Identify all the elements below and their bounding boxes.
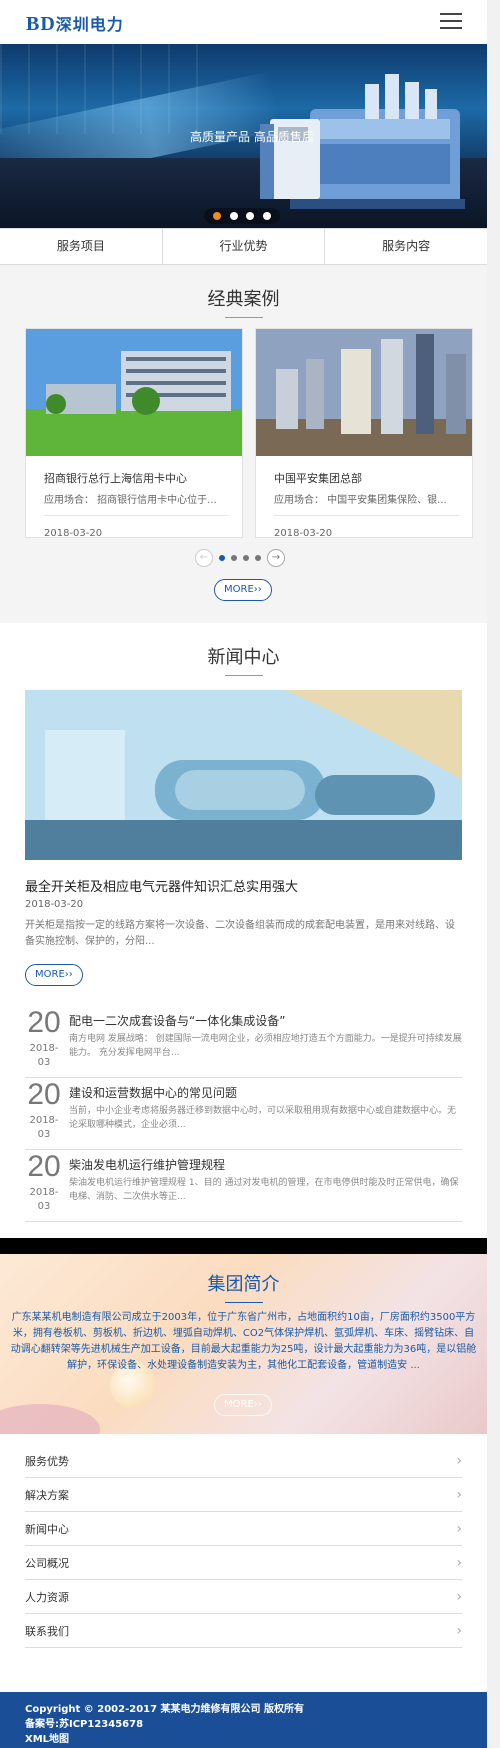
news-list-item[interactable]: 20 2018-03 建设和运营数据中心的常见问题 当前，中小企业考虑将服务器迁… [25, 1078, 462, 1150]
footer-nav-label: 人力资源 [25, 1590, 69, 1604]
logo[interactable]: BD深圳电力 [26, 11, 124, 36]
case-card[interactable]: 招商银行总行上海信用卡中心 应用场合： 招商银行信用卡中心位于... 2018-… [25, 328, 243, 539]
banner-dot[interactable] [262, 212, 271, 220]
footer-nav-label: 联系我们 [25, 1624, 69, 1638]
footer-nav-item[interactable]: 联系我们 › [25, 1614, 462, 1648]
news-item-desc: 柴油发电机运行维护管理规程 1、目的 通过对发电机的管理，在市电停供时能及时正常… [69, 1178, 459, 1202]
banner-pagination [204, 208, 280, 224]
banner-dot[interactable] [229, 212, 238, 220]
footer-nav-label: 解决方案 [25, 1488, 69, 1502]
chevron-right-icon: › [456, 1554, 462, 1571]
footer-nav-item[interactable]: 公司概况 › [25, 1546, 462, 1580]
hamburger-menu-icon[interactable] [440, 13, 462, 29]
prev-arrow-icon[interactable]: ← [195, 549, 213, 567]
chevron-right-icon: › [456, 1520, 462, 1537]
news-featured-date: 2018-03-20 [25, 899, 84, 910]
quick-tabs: 服务项目 行业优势 服务内容 [0, 228, 487, 265]
news-year-month: 2018-03 [29, 1043, 59, 1068]
pager-dot[interactable] [231, 555, 237, 561]
chevron-right-icon: › [456, 1452, 462, 1469]
pager-dot[interactable] [219, 555, 225, 561]
news-item-desc: 南方电网 发展战略： 创建国际一流电网企业，必须相应地打造五个方面能力。一是提升… [69, 1034, 462, 1058]
next-arrow-icon[interactable]: → [267, 549, 285, 567]
footer-nav-label: 服务优势 [25, 1454, 69, 1468]
chevron-right-icon: › [456, 1588, 462, 1605]
news-title: 新闻中心 [0, 623, 487, 676]
site-header: BD深圳电力 [0, 0, 487, 44]
case-image [256, 329, 472, 456]
footer-nav-item[interactable]: 人力资源 › [25, 1580, 462, 1614]
page: BD深圳电力 高质量产品 高品质售后 服务项目 行业优势 服务内容 经典案例 招… [0, 0, 487, 1748]
pager-dot[interactable] [255, 555, 261, 561]
case-image [26, 329, 242, 456]
cases-title: 经典案例 [0, 265, 487, 318]
case-title: 招商银行总行上海信用卡中心 [44, 472, 187, 485]
sitemap-link[interactable]: XML地图 [25, 1732, 487, 1747]
news-list-item[interactable]: 20 2018-03 配电一二次成套设备与“一体化集成设备” 南方电网 发展战略… [25, 1006, 462, 1078]
footer-nav-label: 新闻中心 [25, 1522, 69, 1536]
cases-pager: ← → [195, 549, 285, 567]
hero-banner[interactable]: 高质量产品 高品质售后 [0, 44, 487, 228]
footer-nav-item[interactable]: 新闻中心 › [25, 1512, 462, 1546]
banner-tagline: 高质量产品 高品质售后 [190, 130, 314, 144]
news-list-item[interactable]: 20 2018-03 柴油发电机运行维护管理规程 柴油发电机运行维护管理规程 1… [25, 1150, 462, 1222]
news-day: 20 [27, 1150, 61, 1183]
cases-section: 经典案例 招商银行总行上海信用卡中心 应用场合： 招商银行信用卡中心位于... [0, 265, 487, 623]
news-section: 新闻中心 最全开关柜及相应电气元器件知识汇总实用强大 2018-03-20 开关… [0, 623, 487, 1240]
section-divider [0, 1238, 487, 1254]
tab-service-items[interactable]: 服务项目 [0, 229, 163, 264]
site-footer: Copyright © 2002-2017 某某电力维修有限公司 版权所有 备案… [0, 1692, 487, 1748]
news-day: 20 [27, 1078, 61, 1111]
scrollbar-track[interactable] [487, 0, 500, 1748]
banner-dot[interactable] [213, 212, 222, 220]
about-section: 集团简介 广东某某机电制造有限公司成立于2003年，位于广东省广州市，占地面积约… [0, 1254, 487, 1434]
footer-nav-item[interactable]: 解决方案 › [25, 1478, 462, 1512]
news-featured-image[interactable] [25, 690, 462, 860]
footer-nav-label: 公司概况 [25, 1556, 69, 1570]
cases-more-button[interactable]: MORE›› [214, 579, 272, 601]
pager-dot[interactable] [243, 555, 249, 561]
news-item-title: 建设和运营数据中心的常见问题 [69, 1086, 238, 1100]
case-date: 2018-03-20 [44, 528, 103, 539]
footer-nav: 服务优势 › 解决方案 › 新闻中心 › 公司概况 › 人力资源 › 联系我们 › [25, 1444, 462, 1648]
logo-latin: BD [26, 13, 56, 35]
news-year-month: 2018-03 [29, 1115, 59, 1140]
news-item-title: 配电一二次成套设备与“一体化集成设备” [69, 1014, 286, 1028]
news-item-title: 柴油发电机运行维护管理规程 [69, 1158, 226, 1172]
copyright-text: Copyright © 2002-2017 某某电力维修有限公司 版权所有 [25, 1704, 305, 1715]
about-text: 广东某某机电制造有限公司成立于2003年，位于广东省广州市，占地面积约10亩，厂… [10, 1312, 477, 1371]
hill-decoration [0, 1404, 100, 1434]
icp-link[interactable]: 备案号:苏ICP12345678 [25, 1717, 487, 1732]
chevron-right-icon: › [456, 1486, 462, 1503]
case-title: 中国平安集团总部 [274, 472, 362, 485]
news-day: 20 [27, 1006, 61, 1039]
news-featured-headline[interactable]: 最全开关柜及相应电气元器件知识汇总实用强大 [25, 876, 298, 895]
tab-industry-advantage[interactable]: 行业优势 [163, 229, 326, 264]
news-year-month: 2018-03 [29, 1187, 59, 1212]
news-featured-summary: 开关柜是指按一定的线路方案将一次设备、二次设备组装而成的成套配电装置，是用来对线… [25, 920, 455, 947]
tab-service-content[interactable]: 服务内容 [325, 229, 487, 264]
case-desc: 应用场合： 招商银行信用卡中心位于... [44, 491, 229, 516]
case-desc: 应用场合： 中国平安集团集保险、银... [274, 491, 459, 516]
chevron-right-icon: › [456, 1622, 462, 1639]
about-title: 集团简介 [0, 1254, 487, 1303]
banner-dot[interactable] [246, 212, 255, 220]
footer-nav-item[interactable]: 服务优势 › [25, 1444, 462, 1478]
case-date: 2018-03-20 [274, 528, 333, 539]
about-more-button[interactable]: MORE›› [214, 1394, 272, 1416]
news-more-button[interactable]: MORE›› [25, 964, 83, 986]
news-item-desc: 当前，中小企业考虑将服务器迁移到数据中心时，可以采取租用现有数据中心或自建数据中… [69, 1106, 457, 1130]
case-card[interactable]: 中国平安集团总部 应用场合： 中国平安集团集保险、银... 2018-03-20 [255, 328, 473, 539]
logo-cn: 深圳电力 [55, 15, 124, 34]
